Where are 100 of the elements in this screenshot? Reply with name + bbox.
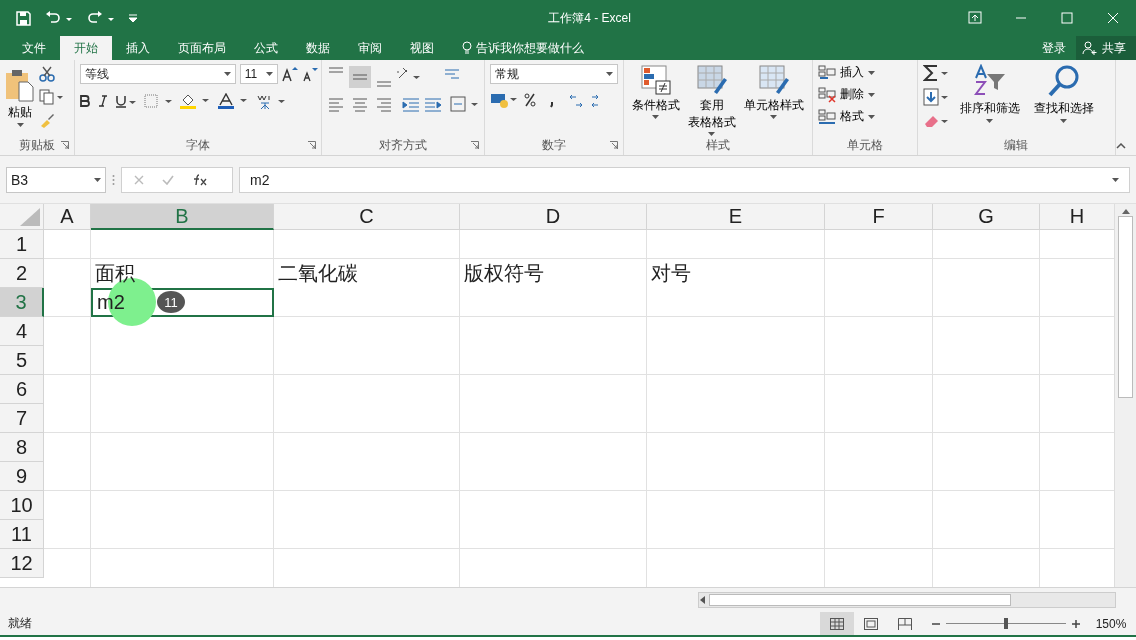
caret-icon[interactable]: [867, 92, 875, 97]
group-label: 样式: [705, 137, 730, 154]
row-header[interactable]: 6: [0, 375, 44, 404]
collapse-ribbon-icon[interactable]: [1116, 143, 1126, 149]
grid-icon: [830, 617, 844, 630]
caret-icon[interactable]: [605, 72, 613, 76]
ribbon-tab[interactable]: 审阅: [344, 36, 396, 60]
scroll-up-icon[interactable]: [1121, 208, 1130, 214]
column-header[interactable]: F: [825, 204, 933, 230]
caret-icon[interactable]: [867, 114, 875, 119]
grow-font-icon[interactable]: [281, 66, 298, 82]
borders-icon[interactable]: [143, 94, 172, 108]
share-button[interactable]: 共享: [1076, 36, 1136, 60]
styles-button[interactable]: 套用 表格格式: [684, 64, 739, 136]
group-label: 字体: [185, 136, 210, 154]
font-size-dropdown[interactable]: 11: [239, 64, 278, 84]
undo-icon[interactable]: [45, 11, 73, 25]
scroll-left-icon[interactable]: [699, 596, 705, 604]
customize-icon[interactable]: [129, 14, 137, 22]
caret-icon[interactable]: [652, 115, 660, 119]
styles-button[interactable]: 单元格样式: [740, 64, 807, 136]
row-header[interactable]: 3: [0, 288, 44, 317]
column-header[interactable]: H: [1040, 204, 1114, 230]
column-header[interactable]: E: [647, 204, 825, 230]
caret-icon[interactable]: [867, 70, 875, 75]
tell-me-field[interactable]: 告诉我你想要做什么: [476, 39, 584, 57]
caret-icon[interactable]: [708, 132, 716, 136]
dialog-launcher-icon[interactable]: [609, 141, 618, 149]
row-header[interactable]: 4: [0, 317, 44, 346]
italic-icon[interactable]: [97, 95, 108, 107]
caret-icon[interactable]: [16, 123, 24, 127]
row-header[interactable]: 7: [0, 404, 44, 433]
column-header[interactable]: A: [44, 204, 91, 230]
shrink-font-icon[interactable]: [301, 66, 318, 82]
ribbon-tab[interactable]: 数据: [292, 36, 344, 60]
sign-in-link[interactable]: 登录: [1032, 39, 1076, 57]
group-label: 数字: [541, 136, 566, 154]
zoom-level[interactable]: 150%: [1086, 616, 1136, 631]
ribbon-tab[interactable]: 视图: [396, 36, 448, 60]
ribbon-tab[interactable]: 文件: [8, 36, 60, 60]
insert-function-icon[interactable]: [192, 173, 208, 186]
fill-color-icon[interactable]: [179, 93, 210, 109]
caret-icon[interactable]: [1060, 119, 1067, 123]
zoom-slider-thumb[interactable]: [1004, 618, 1008, 629]
name-box[interactable]: B3: [6, 166, 106, 193]
editing-button[interactable]: 查找和选择: [1030, 64, 1097, 135]
row-header[interactable]: 11: [0, 520, 44, 549]
ribbon-tab[interactable]: 插入: [112, 36, 164, 60]
group-label: 单元格: [846, 136, 883, 154]
caret-icon[interactable]: [986, 119, 993, 123]
column-header[interactable]: C: [274, 204, 460, 230]
dialog-launcher-icon[interactable]: [307, 141, 316, 149]
cells-button[interactable]: 删除: [817, 86, 875, 103]
cells-button[interactable]: 插入: [817, 64, 875, 81]
number-format-dropdown[interactable]: 常规: [489, 64, 618, 84]
ribbon-tab[interactable]: 页面布局: [164, 36, 240, 60]
scissors-icon[interactable]: [39, 66, 55, 82]
font-color-icon[interactable]: [217, 93, 248, 109]
row-header[interactable]: 12: [0, 549, 44, 578]
column-header[interactable]: G: [933, 204, 1040, 230]
zoom-in-icon[interactable]: [1072, 619, 1080, 628]
lightbulb-icon: [462, 41, 472, 55]
styles-button[interactable]: 条件格式: [628, 64, 683, 136]
view-button[interactable]: [820, 612, 854, 635]
caret-icon[interactable]: [223, 72, 231, 76]
caret-icon[interactable]: [94, 177, 101, 182]
row-header[interactable]: 8: [0, 433, 44, 462]
dialog-launcher-icon[interactable]: [470, 141, 479, 149]
row-header[interactable]: 2: [0, 259, 44, 288]
row-header[interactable]: 1: [0, 230, 44, 259]
caret-icon[interactable]: [1112, 177, 1119, 182]
cells-icon: [817, 108, 836, 125]
caret-icon[interactable]: [265, 72, 273, 76]
copy-icon[interactable]: [39, 89, 63, 105]
save-icon[interactable]: [16, 10, 31, 26]
ribbon-tab[interactable]: 公式: [240, 36, 292, 60]
caret-icon[interactable]: [770, 115, 778, 119]
dialog-launcher-icon[interactable]: [60, 141, 69, 149]
underline-icon[interactable]: [115, 94, 136, 108]
ribbon-tab[interactable]: 开始: [60, 36, 112, 60]
cells-button[interactable]: 格式: [817, 108, 875, 125]
vertical-scrollbar[interactable]: [1114, 204, 1136, 587]
editing-button[interactable]: 排序和筛选: [956, 64, 1023, 135]
bold-icon[interactable]: [79, 95, 90, 107]
column-header[interactable]: D: [460, 204, 647, 230]
row-header[interactable]: 5: [0, 346, 44, 375]
status-text: 就绪: [8, 615, 32, 632]
fill-icon[interactable]: [922, 88, 949, 106]
column-header[interactable]: B: [91, 204, 274, 230]
table-cell-text: 对号: [651, 261, 691, 286]
horizontal-scrollbar[interactable]: [698, 592, 1116, 608]
table-cell-text: 面积: [95, 261, 135, 286]
font-name-dropdown[interactable]: 等线: [79, 64, 236, 84]
cells-icon: [817, 64, 836, 81]
redo-icon[interactable]: [87, 11, 115, 25]
autosum-icon[interactable]: [922, 64, 949, 82]
row-header[interactable]: 10: [0, 491, 44, 520]
formula-field[interactable]: m2: [239, 166, 1130, 193]
row-header[interactable]: 9: [0, 462, 44, 491]
paste-button[interactable]: 粘贴: [5, 64, 35, 135]
